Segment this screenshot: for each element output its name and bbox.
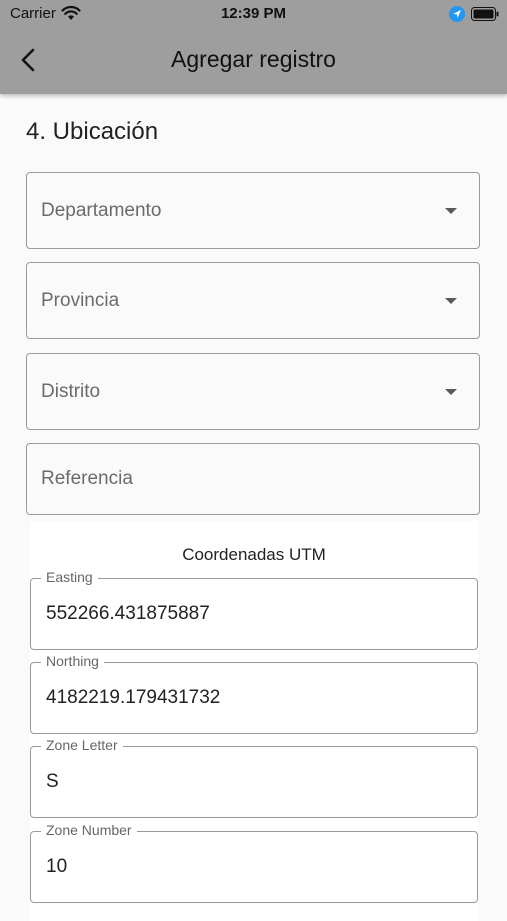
zone-number-value: 10 (46, 856, 68, 877)
zone-letter-label: Zone Letter (41, 737, 123, 753)
utm-title: Coordenadas UTM (182, 545, 326, 564)
departamento-select[interactable]: Departamento (26, 172, 480, 249)
northing-field[interactable]: Northing 4182219.179431732 (30, 653, 478, 734)
caret-down-icon (445, 389, 457, 395)
location-arrow-icon (449, 6, 465, 27)
easting-value: 552266.431875887 (46, 603, 210, 624)
section-title: 4. Ubicación (26, 118, 159, 145)
referencia-placeholder: Referencia (41, 468, 133, 489)
distrito-label: Distrito (41, 381, 101, 402)
zone-number-field[interactable]: Zone Number 10 (30, 822, 478, 903)
easting-field[interactable]: Easting 552266.431875887 (30, 569, 478, 650)
distrito-select[interactable]: Distrito (26, 353, 480, 430)
zone-letter-field[interactable]: Zone Letter S (30, 737, 478, 818)
clock: 12:39 PM (220, 5, 287, 22)
provincia-select[interactable]: Provincia (26, 262, 480, 339)
utm-card: Coordenadas UTM Easting 552266.431875887… (30, 521, 478, 921)
northing-value: 4182219.179431732 (46, 687, 221, 708)
battery-icon (471, 7, 499, 26)
zone-letter-value: S (46, 771, 59, 792)
caret-down-icon (445, 298, 457, 304)
header: Carrier 12:39 PM Agregar registro (0, 0, 507, 94)
referencia-input[interactable]: Referencia (26, 443, 480, 515)
provincia-label: Provincia (41, 290, 120, 311)
zone-number-label: Zone Number (41, 822, 137, 838)
northing-label: Northing (41, 653, 104, 669)
caret-down-icon (445, 208, 457, 214)
app-bar: Agregar registro (0, 28, 507, 94)
easting-label: Easting (41, 569, 98, 585)
status-bar: Carrier 12:39 PM (0, 0, 507, 28)
page-title: Agregar registro (171, 46, 336, 72)
departamento-label: Departamento (41, 200, 162, 221)
